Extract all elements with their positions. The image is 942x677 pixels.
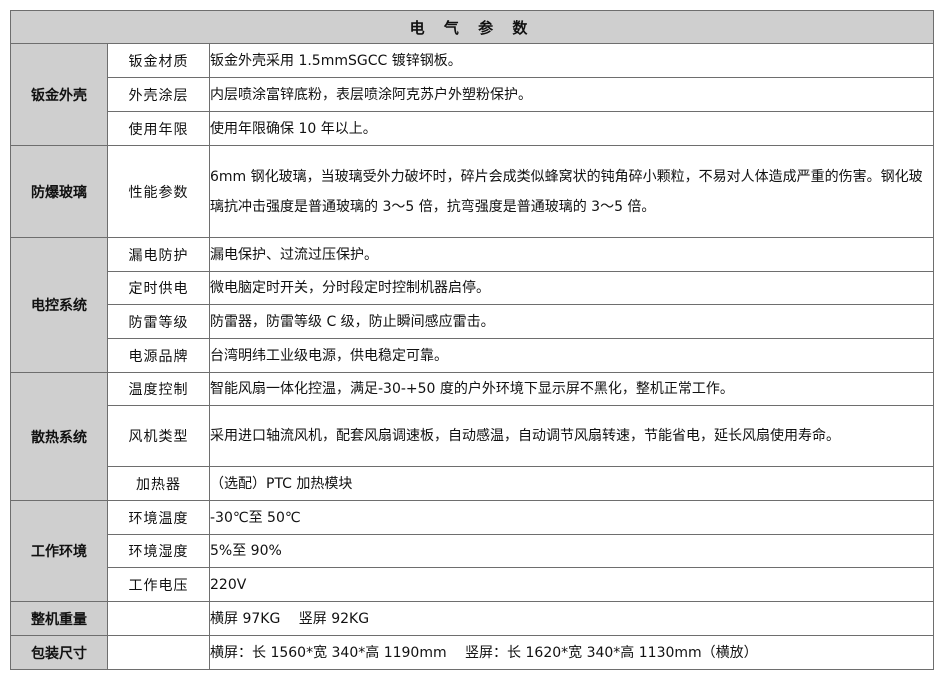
item-value: 5%至 90%: [209, 534, 934, 568]
item-label-empty: [107, 635, 210, 670]
item-label: 温度控制: [107, 372, 210, 406]
item-value: 智能风扇一体化控温，满足-30-+50 度的户外环境下显示屏不黑化，整机正常工作…: [209, 372, 934, 406]
table-title: 电 气 参 数: [10, 10, 934, 44]
item-label: 外壳涂层: [107, 77, 210, 112]
item-value: -30℃至 50℃: [209, 500, 934, 535]
category-weight: 整机重量: [10, 601, 108, 636]
table-row: 工作环境 环境温度 -30℃至 50℃: [10, 500, 934, 602]
category-electrical: 电控系统: [10, 237, 108, 373]
item-value: 钣金外壳采用 1.5mmSGCC 镀锌钢板。: [209, 43, 934, 78]
table-row: 电源品牌 台湾明纬工业级电源，供电稳定可靠。: [11, 338, 934, 373]
table-row: 钣金外壳 钣金材质 钣金外壳采用 1.5mmSGCC 镀锌钢板。: [10, 43, 934, 146]
table-row: 散热系统 温度控制 智能风扇一体化控温，满足-30-+50 度的户外环境下显示屏…: [10, 372, 934, 501]
category-glass: 防爆玻璃: [10, 145, 108, 238]
item-value: 防雷器，防雷等级 C 级，防止瞬间感应雷击。: [209, 304, 934, 339]
item-value: 漏电保护、过流过压保护。: [209, 237, 934, 272]
item-value: 台湾明纬工业级电源，供电稳定可靠。: [209, 338, 934, 373]
item-label: 环境湿度: [107, 534, 210, 568]
category-environment: 工作环境: [10, 500, 108, 602]
category-packing: 包装尺寸: [10, 635, 108, 670]
table-row: 防雷等级 防雷器，防雷等级 C 级，防止瞬间感应雷击。: [11, 304, 934, 339]
category-cooling: 散热系统: [10, 372, 108, 501]
item-label: 定时供电: [107, 271, 210, 305]
item-label: 电源品牌: [107, 338, 210, 373]
table-row: 使用年限 使用年限确保 10 年以上。: [11, 111, 934, 146]
item-value: （选配）PTC 加热模块: [209, 466, 934, 501]
table-row: 整机重量 横屏 97KG 竖屏 92KG: [10, 601, 934, 636]
item-label: 使用年限: [107, 111, 210, 146]
category-sheet-metal: 钣金外壳: [10, 43, 108, 146]
item-label: 工作电压: [107, 567, 210, 602]
item-value: 6mm 钢化玻璃，当玻璃受外力破坏时，碎片会成类似蜂窝状的钝角碎小颗粒，不易对人…: [209, 145, 934, 238]
item-value: 微电脑定时开关，分时段定时控制机器启停。: [209, 271, 934, 305]
table-row: 电控系统 漏电防护 漏电保护、过流过压保护。: [10, 237, 934, 373]
item-label-empty: [107, 601, 210, 636]
table-row: 环境湿度 5%至 90%: [11, 534, 934, 568]
table-row: 定时供电 微电脑定时开关，分时段定时控制机器启停。: [11, 271, 934, 305]
weight-value: 横屏 97KG 竖屏 92KG: [209, 601, 934, 636]
item-label: 环境温度: [107, 500, 210, 535]
item-label: 风机类型: [107, 405, 210, 467]
item-label: 防雷等级: [107, 304, 210, 339]
table-row: 防爆玻璃 性能参数 6mm 钢化玻璃，当玻璃受外力破坏时，碎片会成类似蜂窝状的钝…: [10, 145, 934, 238]
electrical-parameters-table: 电 气 参 数 钣金外壳 钣金材质 钣金外壳采用 1.5mmSGCC 镀锌钢板。…: [10, 10, 934, 670]
table-row: 工作电压 220V: [11, 567, 934, 602]
item-label: 钣金材质: [107, 43, 210, 78]
item-label: 加热器: [107, 466, 210, 501]
item-label: 漏电防护: [107, 237, 210, 272]
item-value: 采用进口轴流风机，配套风扇调速板，自动感温，自动调节风扇转速，节能省电，延长风扇…: [209, 405, 934, 467]
item-label: 性能参数: [107, 145, 210, 238]
table-row: 风机类型 采用进口轴流风机，配套风扇调速板，自动感温，自动调节风扇转速，节能省电…: [11, 405, 934, 467]
item-value: 内层喷涂富锌底粉，表层喷涂阿克苏户外塑粉保护。: [209, 77, 934, 112]
item-value: 使用年限确保 10 年以上。: [209, 111, 934, 146]
table-row: 加热器 （选配）PTC 加热模块: [11, 466, 934, 501]
table-row: 外壳涂层 内层喷涂富锌底粉，表层喷涂阿克苏户外塑粉保护。: [11, 77, 934, 112]
table-row: 包装尺寸 横屏：长 1560*宽 340*高 1190mm 竖屏：长 1620*…: [10, 635, 934, 670]
packing-value: 横屏：长 1560*宽 340*高 1190mm 竖屏：长 1620*宽 340…: [209, 635, 934, 670]
item-value: 220V: [209, 567, 934, 602]
